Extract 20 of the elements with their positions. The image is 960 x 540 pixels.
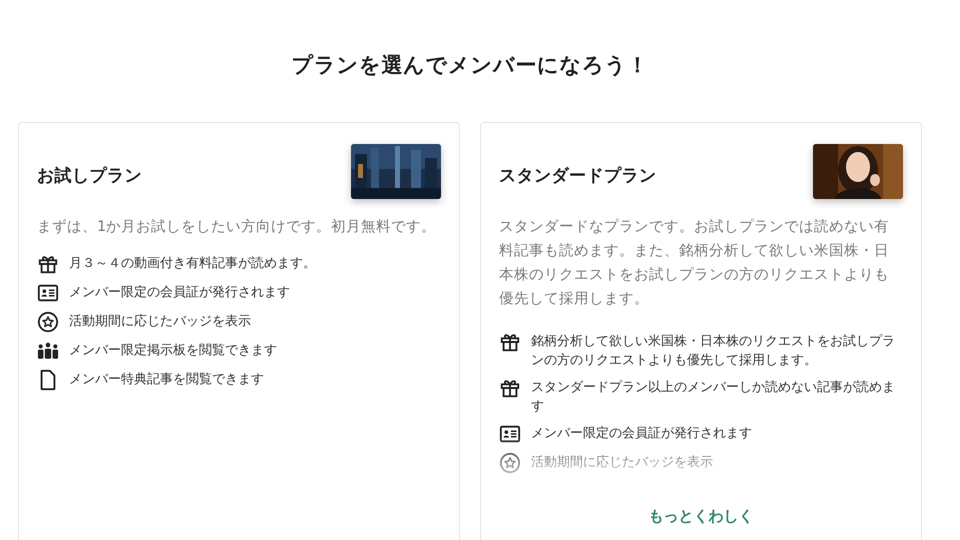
- feature-text: メンバー限定の会員証が発行されます: [531, 425, 752, 443]
- feature-text: 活動期間に応じたバッジを表示: [69, 313, 251, 331]
- people-icon: [37, 340, 59, 362]
- plan-title: スタンダードプラン: [499, 164, 656, 186]
- plan-description: まずは、1か月お試しをしたい方向けです。初月無料です。: [37, 218, 438, 237]
- plan-description: スタンダードなプランです。お試しプランでは読めない有料記事も読めます。また、銘柄分析して欲しい米国株・日本株のリクエストをお試しプランの方のリクエストよりも優先して採用します。: [499, 218, 890, 309]
- feature-text: 活動期間に応じたバッジを表示: [531, 454, 713, 472]
- feature-text: メンバー限定の会員証が発行されます: [69, 284, 290, 302]
- feature-text: 銘柄分析して欲しい米国株・日本株のリクエストをお試しプランの方のリクエストよりも優先して採用します。: [531, 333, 896, 370]
- id-card-icon: [499, 423, 521, 445]
- more-details-link[interactable]: もっとくわしく: [648, 507, 754, 526]
- feature-text: スタンダードプラン以上のメンバーしか読めない記事が読めます: [531, 379, 896, 416]
- plan-title: お試しプラン: [37, 164, 142, 186]
- feature-text: メンバー限定掲示板を閲覧できます: [69, 342, 277, 360]
- star-badge-icon: [499, 452, 521, 474]
- feature-text: 月３～４の動画付き有料記事が読めます。: [69, 255, 316, 273]
- feature-text: メンバー特典記事を閲覧できます: [69, 371, 264, 389]
- star-badge-icon: [37, 311, 59, 333]
- page-heading: プランを選んでメンバーになろう！: [290, 52, 650, 79]
- id-card-icon: [37, 282, 59, 304]
